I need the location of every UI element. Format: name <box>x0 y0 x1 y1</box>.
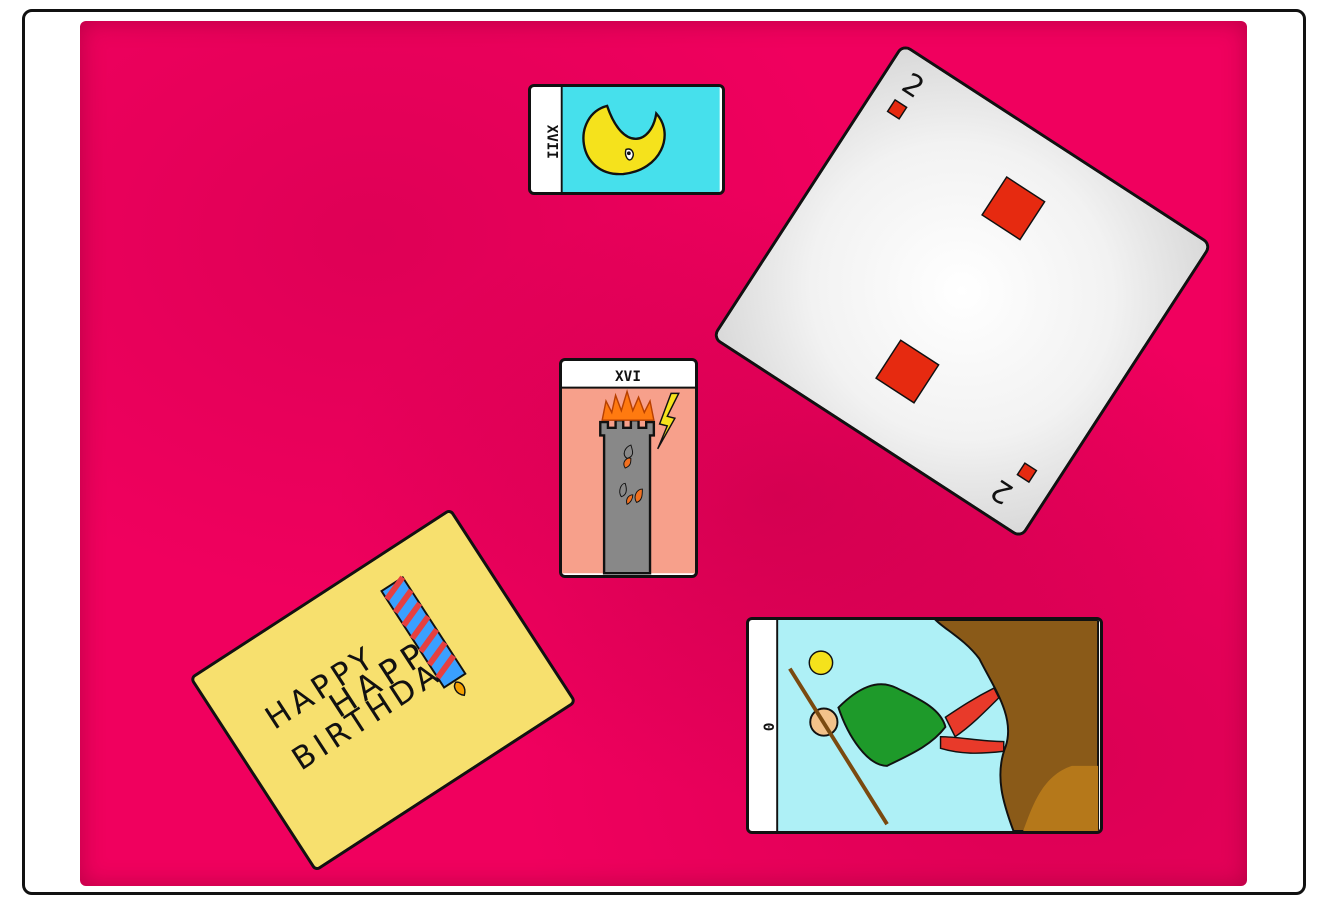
tower-icon <box>599 388 656 575</box>
moon-card[interactable]: XVII <box>528 84 725 195</box>
fool-card[interactable]: 0 <box>746 617 1103 834</box>
moon-card-art: XVII <box>544 87 720 192</box>
tower-card-numeral: XVI <box>615 369 641 385</box>
fool-card-numeral: 0 <box>760 723 777 732</box>
tower-card-art: XVI <box>562 369 695 575</box>
moon-card-numeral: XVII <box>544 125 560 159</box>
tower-card[interactable]: XVI <box>559 358 698 578</box>
fool-card-art: 0 <box>760 620 1100 831</box>
